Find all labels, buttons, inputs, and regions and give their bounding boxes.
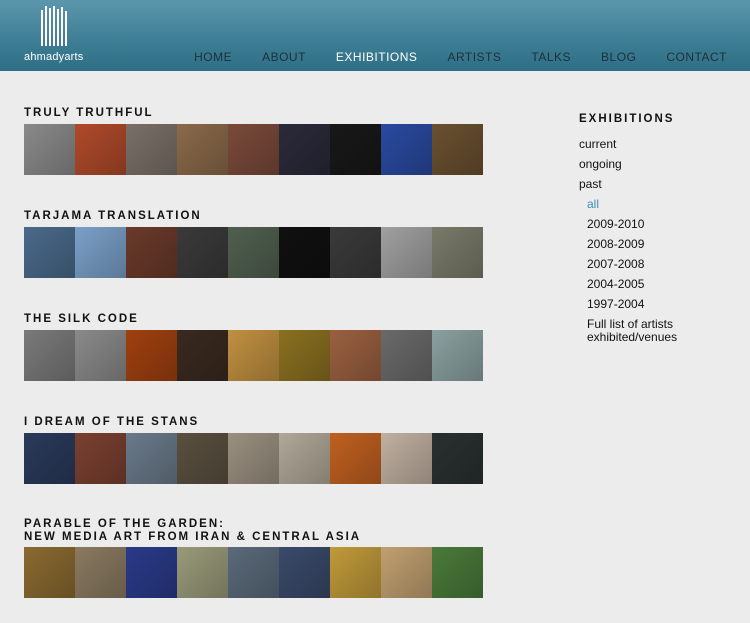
thumbnail-image[interactable]: [330, 433, 381, 484]
thumbnail-image[interactable]: [24, 124, 75, 175]
thumbnail-image[interactable]: [177, 547, 228, 598]
thumbnail-image[interactable]: [381, 433, 432, 484]
thumbnail-image[interactable]: [279, 433, 330, 484]
thumbnail-image[interactable]: [126, 547, 177, 598]
thumbnail-image[interactable]: [177, 227, 228, 278]
thumbnail-image[interactable]: [279, 227, 330, 278]
thumbnail-image[interactable]: [126, 124, 177, 175]
thumb-strip-silk-code: [24, 330, 484, 381]
thumbnail-image[interactable]: [279, 330, 330, 381]
thumbnail-image[interactable]: [432, 124, 483, 175]
sidebar-subitem-2009-2010[interactable]: 2009-2010: [587, 214, 697, 234]
section-title-dream-of-stans[interactable]: I DREAM OF THE STANS: [24, 416, 199, 429]
sidebar-item-ongoing[interactable]: ongoing: [579, 154, 697, 174]
thumbnail-image[interactable]: [432, 433, 483, 484]
exhibitions-sidebar: EXHIBITIONS current ongoing past all 200…: [579, 113, 697, 344]
thumbnail-image[interactable]: [177, 124, 228, 175]
thumbnail-image[interactable]: [432, 547, 483, 598]
thumb-strip-tarjama-translation: [24, 227, 484, 278]
section-title-line-2: NEW MEDIA ART FROM IRAN & CENTRAL ASIA: [24, 531, 362, 543]
thumbnail-image[interactable]: [24, 547, 75, 598]
thumb-strip-parable-garden: [24, 547, 484, 598]
thumbnail-image[interactable]: [126, 433, 177, 484]
thumbnail-image[interactable]: [75, 547, 126, 598]
thumbnail-image[interactable]: [381, 547, 432, 598]
thumbnail-image[interactable]: [228, 433, 279, 484]
thumbnail-image[interactable]: [24, 227, 75, 278]
nav-exhibitions[interactable]: EXHIBITIONS: [336, 50, 418, 64]
section-title-silk-code[interactable]: THE SILK CODE: [24, 313, 139, 326]
thumbnail-image[interactable]: [75, 227, 126, 278]
thumbnail-image[interactable]: [330, 547, 381, 598]
thumb-strip-truly-truthful: [24, 124, 484, 175]
section-title-line-1: PARABLE OF THE GARDEN:: [24, 518, 225, 530]
thumbnail-image[interactable]: [177, 330, 228, 381]
sidebar-subitem-full-list[interactable]: Full list of artists exhibited/venues: [587, 318, 697, 344]
thumbnail-image[interactable]: [177, 433, 228, 484]
thumbnail-image[interactable]: [279, 124, 330, 175]
nav-about[interactable]: ABOUT: [262, 50, 306, 64]
sidebar-subitem-2004-2005[interactable]: 2004-2005: [587, 274, 697, 294]
sidebar-title: EXHIBITIONS: [579, 113, 675, 125]
logo-text: ahmadyarts: [24, 51, 84, 63]
thumbnail-image[interactable]: [432, 227, 483, 278]
thumbnail-image[interactable]: [381, 330, 432, 381]
thumbnail-image[interactable]: [279, 547, 330, 598]
thumbnail-image[interactable]: [24, 433, 75, 484]
thumbnail-image[interactable]: [228, 124, 279, 175]
thumbnail-image[interactable]: [381, 124, 432, 175]
site-header: ahmadyarts HOME ABOUT EXHIBITIONS ARTIST…: [0, 0, 750, 71]
thumbnail-image[interactable]: [330, 227, 381, 278]
sidebar-item-current[interactable]: current: [579, 134, 697, 154]
nav-talks[interactable]: TALKS: [531, 50, 571, 64]
sidebar-subitem-2007-2008[interactable]: 2007-2008: [587, 254, 697, 274]
sidebar-subitem-2008-2009[interactable]: 2008-2009: [587, 234, 697, 254]
sidebar-sublist: all 2009-2010 2008-2009 2007-2008 2004-2…: [587, 194, 697, 344]
section-title-truly-truthful[interactable]: TRULY TRUTHFUL: [24, 107, 154, 120]
thumbnail-image[interactable]: [126, 330, 177, 381]
thumbnail-image[interactable]: [228, 547, 279, 598]
sidebar-subitem-1997-2004[interactable]: 1997-2004: [587, 294, 697, 314]
section-title-tarjama-translation[interactable]: TARJAMA TRANSLATION: [24, 210, 202, 223]
thumbnail-image[interactable]: [75, 330, 126, 381]
sidebar-subitem-all[interactable]: all: [587, 194, 697, 214]
thumbnail-image[interactable]: [75, 124, 126, 175]
thumbnail-image[interactable]: [75, 433, 126, 484]
thumbnail-image[interactable]: [126, 227, 177, 278]
section-title-parable-garden[interactable]: PARABLE OF THE GARDEN: NEW MEDIA ART FRO…: [24, 518, 361, 544]
thumbnail-image[interactable]: [330, 124, 381, 175]
nav-contact[interactable]: CONTACT: [666, 50, 727, 64]
thumbnail-image[interactable]: [24, 330, 75, 381]
nav-home[interactable]: HOME: [194, 50, 232, 64]
sidebar-item-past[interactable]: past: [579, 174, 697, 194]
thumb-strip-dream-of-stans: [24, 433, 484, 484]
thumbnail-image[interactable]: [381, 227, 432, 278]
logo[interactable]: ahmadyarts: [24, 6, 94, 66]
thumbnail-image[interactable]: [228, 330, 279, 381]
thumbnail-image[interactable]: [432, 330, 483, 381]
nav-blog[interactable]: BLOG: [601, 50, 636, 64]
main-nav: HOME ABOUT EXHIBITIONS ARTISTS TALKS BLO…: [194, 50, 727, 64]
thumbnail-image[interactable]: [228, 227, 279, 278]
nav-artists[interactable]: ARTISTS: [447, 50, 501, 64]
thumbnail-image[interactable]: [330, 330, 381, 381]
logo-bars-icon: [41, 6, 67, 46]
